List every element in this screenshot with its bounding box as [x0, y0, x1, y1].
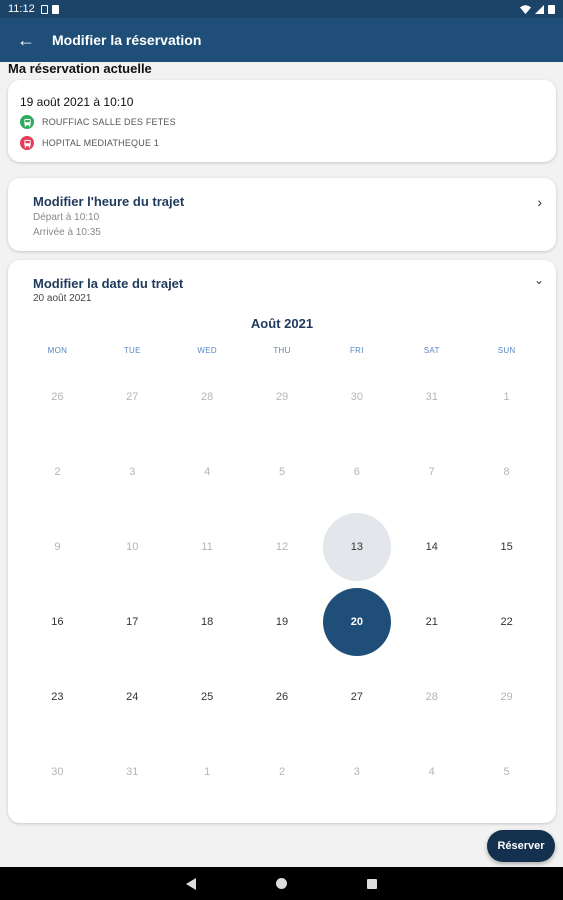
calendar-day: 26	[51, 390, 64, 403]
calendar-day: 8	[503, 465, 510, 478]
calendar-day: 3	[129, 465, 136, 478]
chevron-down-icon[interactable]: ⌄	[534, 273, 544, 287]
calendar-day[interactable]: 16	[20, 584, 95, 659]
calendar-day[interactable]: 19	[245, 584, 320, 659]
reservation-datetime: 19 août 2021 à 10:10	[20, 95, 134, 109]
wifi-icon	[520, 4, 531, 14]
calendar-day: 3	[353, 765, 360, 778]
departure-stop: ROUFFIAC SALLE DES FETES	[20, 115, 176, 129]
calendar-week: 30 31 1 2 3 4 5	[20, 734, 544, 809]
bus-icon	[20, 136, 34, 150]
weekday-label: TUE	[123, 346, 141, 355]
departure-time: Départ à 10:10	[33, 212, 100, 223]
chevron-right-icon: ›	[537, 194, 542, 210]
calendar-grid: 26 27 28 29 30 31 1 2 3 4 5 6 7 8 9 10 1…	[20, 359, 544, 809]
weekday-label: SUN	[497, 346, 516, 355]
calendar-week: 9 10 11 12 13 14 15	[20, 509, 544, 584]
system-nav-bar	[0, 867, 563, 900]
calendar-day-selected[interactable]: 20	[319, 584, 394, 659]
calendar-day: 11	[201, 540, 213, 553]
calendar-day[interactable]: 26	[245, 659, 320, 734]
calendar-day: 29	[500, 690, 513, 703]
sd-card-icon	[51, 4, 59, 14]
status-time: 11:12	[8, 3, 35, 15]
calendar-week: 26 27 28 29 30 31 1	[20, 359, 544, 434]
calendar-day: 1	[204, 765, 211, 778]
modify-time-title: Modifier l'heure du trajet	[33, 194, 185, 209]
calendar-day[interactable]: 27	[319, 659, 394, 734]
calendar-day: 2	[278, 765, 286, 778]
calendar-day[interactable]: 23	[20, 659, 95, 734]
app-bar: ← Modifier la réservation	[0, 18, 563, 62]
modify-date-card: Modifier la date du trajet 20 août 2021 …	[8, 260, 556, 823]
calendar-day[interactable]: 25	[170, 659, 245, 734]
calendar-day: 4	[204, 465, 211, 478]
arrow-left-icon: ←	[17, 29, 35, 50]
modify-date-title[interactable]: Modifier la date du trajet	[33, 276, 183, 291]
calendar-day[interactable]: 17	[95, 584, 170, 659]
weekday-label: SAT	[423, 346, 440, 355]
calendar-day[interactable]: 18	[170, 584, 245, 659]
reserve-button[interactable]: Réserver	[487, 830, 555, 862]
calendar-day: 1	[503, 390, 510, 403]
calendar-day: 5	[278, 465, 286, 478]
status-bar: 11:12	[0, 0, 563, 18]
weekday-label: THU	[273, 346, 291, 355]
calendar-day[interactable]: 24	[95, 659, 170, 734]
page-title: Modifier la réservation	[52, 32, 202, 48]
arrival-time: Arrivée à 10:35	[33, 227, 101, 238]
weekday-label: MON	[47, 346, 68, 355]
calendar-day[interactable]: 15	[469, 509, 544, 584]
calendar-week: 2 3 4 5 6 7 8	[20, 434, 544, 509]
calendar-day: 9	[54, 540, 61, 553]
shield-icon	[40, 4, 48, 14]
bus-icon	[20, 115, 34, 129]
selected-date: 20 août 2021	[33, 293, 92, 304]
calendar-day: 28	[201, 390, 214, 403]
weekday-label: FRI	[349, 346, 364, 355]
current-reservation-card: 19 août 2021 à 10:10 ROUFFIAC SALLE DES …	[8, 80, 556, 162]
cell-signal-icon	[535, 4, 544, 14]
calendar-day[interactable]: 14	[394, 509, 469, 584]
weekday-header: MON TUE WED THU FRI SAT SUN	[20, 346, 544, 355]
calendar-week: 16 17 18 19 20 21 22	[20, 584, 544, 659]
calendar-week: 23 24 25 26 27 28 29	[20, 659, 544, 734]
calendar-day: 31	[126, 765, 139, 778]
calendar-day: 6	[353, 465, 360, 478]
calendar-day: 29	[275, 390, 289, 403]
calendar-day: 31	[425, 390, 438, 403]
nav-back-icon[interactable]	[186, 877, 196, 890]
calendar-day: 5	[503, 765, 510, 778]
weekday-label: WED	[197, 346, 217, 355]
calendar-day: 7	[428, 465, 435, 478]
back-button[interactable]: ←	[0, 30, 52, 51]
arrival-stop-name: HOPITAL MEDIATHEQUE 1	[42, 138, 160, 148]
nav-recents-icon[interactable]	[367, 878, 377, 889]
current-reservation-heading: Ma réservation actuelle	[8, 61, 152, 76]
calendar-day: 4	[428, 765, 435, 778]
nav-home-icon[interactable]	[276, 878, 287, 889]
calendar-day: 30	[350, 390, 363, 403]
calendar-day: 28	[425, 690, 438, 703]
calendar-day[interactable]: 22	[469, 584, 544, 659]
calendar-day: 2	[54, 465, 61, 478]
arrival-stop: HOPITAL MEDIATHEQUE 1	[20, 136, 159, 150]
battery-icon	[548, 4, 555, 14]
calendar-day[interactable]: 21	[394, 584, 469, 659]
modify-time-card[interactable]: Modifier l'heure du trajet Départ à 10:1…	[8, 178, 556, 251]
calendar-day: 12	[275, 540, 289, 553]
departure-stop-name: ROUFFIAC SALLE DES FETES	[42, 117, 176, 127]
calendar-day: 10	[126, 540, 139, 553]
calendar-day: 27	[126, 390, 139, 403]
calendar-day-today[interactable]: 13	[319, 509, 394, 584]
calendar-day: 30	[51, 765, 64, 778]
calendar-month: Août 2021	[250, 316, 314, 331]
